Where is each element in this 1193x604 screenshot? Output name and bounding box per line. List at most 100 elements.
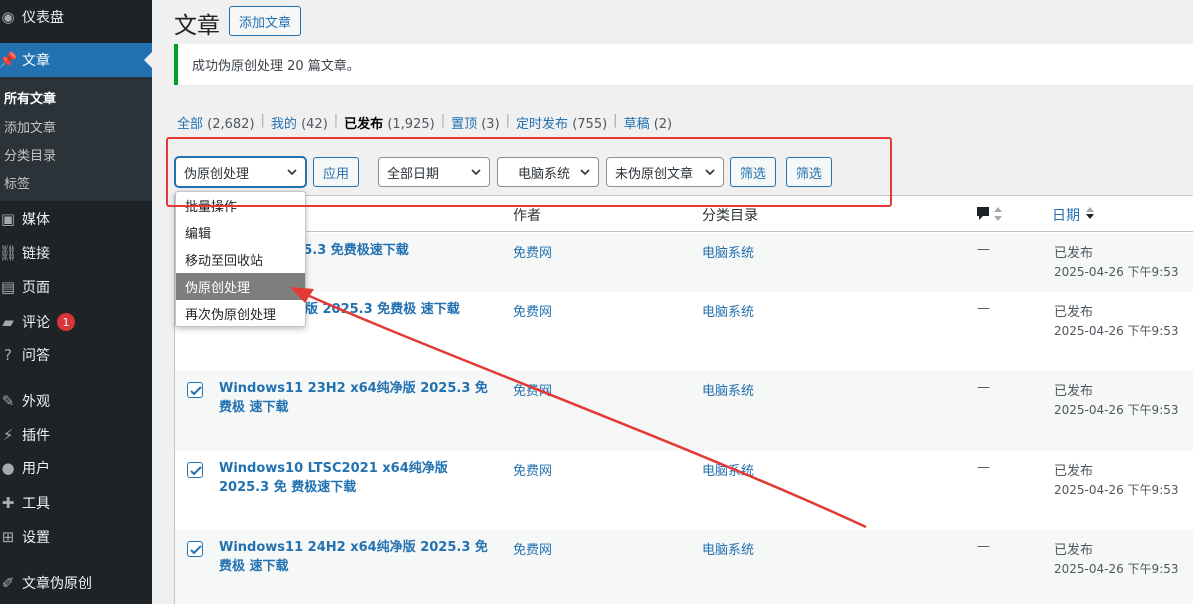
- sidebar-item-pages[interactable]: ▤ 页面: [0, 270, 152, 304]
- post-date: 2025-04-26 下午9:53: [1054, 403, 1179, 417]
- post-author[interactable]: 免费网: [513, 301, 552, 320]
- post-date: 2025-04-26 下午9:53: [1054, 324, 1179, 338]
- post-status: 已发布: [1054, 464, 1094, 479]
- sidebar-item-label: 问答: [22, 348, 50, 364]
- filter-all[interactable]: 全部 (2,682): [177, 113, 255, 132]
- sidebar-item-rewrite[interactable]: ✐ 文章伪原创: [0, 566, 152, 600]
- sidebar-item-media[interactable]: ▣ 媒体: [0, 202, 152, 236]
- post-author[interactable]: 免费网: [513, 460, 552, 479]
- sidebar-item-label: 用户: [22, 461, 50, 477]
- appearance-icon: ✎: [1, 392, 15, 410]
- filter-scheduled[interactable]: 定时发布 (755): [516, 113, 607, 132]
- sidebar-item-label: 插件: [22, 428, 50, 444]
- sidebar-item-posts[interactable]: 📌 文章: [0, 43, 152, 77]
- sidebar-item-tools[interactable]: ✚ 工具: [0, 486, 152, 520]
- post-author[interactable]: 免费网: [513, 380, 552, 399]
- tools-icon: ✚: [1, 494, 15, 512]
- posts-submenu: 所有文章 添加文章 分类目录 标签: [0, 77, 152, 201]
- checkmark-icon: [190, 466, 202, 476]
- post-status: 已发布: [1054, 246, 1094, 261]
- table-row: Windows10 LTSC2021 x64纯净版 2025.3 免 费极速下载…: [175, 451, 1193, 530]
- post-category[interactable]: 电脑系统: [702, 380, 754, 399]
- filter-drafts[interactable]: 草稿 (2): [624, 113, 673, 132]
- post-comments: —: [977, 301, 990, 316]
- checkmark-icon: [190, 545, 202, 555]
- post-category[interactable]: 电脑系统: [702, 301, 754, 320]
- row-checkbox[interactable]: [187, 462, 203, 478]
- add-post-button[interactable]: 添加文章: [229, 6, 302, 36]
- option-rewrite-again[interactable]: 再次伪原创处理: [176, 300, 305, 326]
- sidebar-item-label: 评论: [22, 315, 50, 331]
- pin-icon: 📌: [0, 51, 18, 69]
- sidebar-item-appearance[interactable]: ✎ 外观: [0, 384, 152, 418]
- sidebar-item-label: 页面: [22, 280, 50, 296]
- sidebar-item-plugins[interactable]: ⚡ 插件: [0, 418, 152, 452]
- post-title[interactable]: Windows11 24H2 x64纯净版 2025.3 免费极 速下载: [219, 538, 499, 576]
- sidebar-item-label: 文章伪原创: [22, 576, 92, 592]
- post-status: 已发布: [1054, 384, 1094, 399]
- sidebar-item-dashboard[interactable]: ◉ 仪表盘: [0, 0, 152, 34]
- admin-sidebar: ◉ 仪表盘 📌 文章 所有文章 添加文章 分类目录 标签 ▣ 媒体 ⛓ 链接 ▤…: [0, 0, 152, 604]
- filter-sticky[interactable]: 置顶 (3): [451, 113, 500, 132]
- post-date: 2025-04-26 下午9:53: [1054, 562, 1179, 576]
- post-date: 2025-04-26 下午9:53: [1054, 483, 1179, 497]
- sidebar-item-label: 链接: [22, 246, 50, 262]
- post-category[interactable]: 电脑系统: [702, 460, 754, 479]
- page-title: 文章: [174, 13, 220, 39]
- post-comments: —: [977, 380, 990, 395]
- submenu-tags[interactable]: 标签: [4, 173, 30, 192]
- sidebar-item-comments[interactable]: ▰ 评论 1: [0, 305, 152, 339]
- filter-published[interactable]: 已发布 (1,925): [344, 113, 435, 132]
- plugin-icon: ⚡: [2, 426, 14, 444]
- submenu-add-post[interactable]: 添加文章: [4, 117, 56, 136]
- option-rewrite[interactable]: 伪原创处理: [176, 273, 305, 300]
- submenu-all-posts[interactable]: 所有文章: [4, 88, 56, 107]
- post-author[interactable]: 免费网: [513, 242, 552, 261]
- post-comments: —: [977, 539, 990, 554]
- option-edit[interactable]: 编辑: [176, 219, 305, 246]
- comment-count-badge: 1: [57, 313, 75, 331]
- sidebar-item-label: 工具: [22, 496, 50, 512]
- table-row: Windows11 24H2 x64纯净版 2025.3 免费极 速下载 免费网…: [175, 530, 1193, 604]
- post-date: 2025-04-26 下午9:53: [1054, 265, 1179, 279]
- sidebar-item-qa[interactable]: ? 问答: [0, 338, 152, 372]
- media-icon: ▣: [0, 210, 16, 228]
- row-checkbox[interactable]: [187, 382, 203, 398]
- checkmark-icon: [190, 386, 202, 396]
- post-author[interactable]: 免费网: [513, 539, 552, 558]
- user-icon: ●: [1, 459, 15, 477]
- sidebar-item-label: 设置: [22, 530, 50, 546]
- sidebar-item-label: 仪表盘: [22, 10, 64, 26]
- sidebar-item-label: 外观: [22, 394, 50, 410]
- row-checkbox[interactable]: [187, 541, 203, 557]
- post-title[interactable]: Windows11 23H2 x64纯净版 2025.3 免费极 速下载: [219, 379, 499, 417]
- success-notice: 成功伪原创处理 20 篇文章。: [174, 44, 1193, 85]
- column-date[interactable]: 日期: [1052, 205, 1096, 225]
- submenu-categories[interactable]: 分类目录: [4, 145, 56, 164]
- post-category[interactable]: 电脑系统: [702, 242, 754, 261]
- post-status: 已发布: [1054, 305, 1094, 320]
- post-category[interactable]: 电脑系统: [702, 539, 754, 558]
- sidebar-item-links[interactable]: ⛓ 链接: [0, 236, 152, 270]
- sidebar-item-settings[interactable]: ⊞ 设置: [0, 520, 152, 554]
- bulk-action-dropdown: 批量操作 编辑 移动至回收站 伪原创处理 再次伪原创处理: [175, 191, 306, 327]
- column-category: 分类目录: [702, 208, 758, 224]
- filter-mine[interactable]: 我的 (42): [271, 113, 328, 132]
- table-row: 4 纯净版 2025.3 免费极速下载 免费网 电脑系统 — 已发布 2025-…: [175, 233, 1193, 292]
- sort-icon: [1086, 207, 1095, 219]
- column-author: 作者: [513, 208, 541, 224]
- comments-column-icon[interactable]: [976, 205, 1006, 227]
- sidebar-item-label: 媒体: [22, 212, 50, 228]
- rewrite-icon: ✐: [1, 574, 15, 592]
- active-indicator: [144, 52, 152, 68]
- question-icon: ?: [4, 346, 12, 364]
- sidebar-item-users[interactable]: ● 用户: [0, 451, 152, 485]
- sidebar-item-label: 文章: [22, 53, 50, 69]
- post-title[interactable]: Windows10 LTSC2021 x64纯净版 2025.3 免 费极速下载: [219, 459, 499, 497]
- settings-icon: ⊞: [1, 528, 15, 546]
- posts-table: 作者 分类目录 日期 4 纯净版 2025.3 免费极速下载 免费网 电脑系统 …: [174, 195, 1193, 604]
- link-icon: ⛓: [0, 244, 18, 262]
- dashboard-icon: ◉: [1, 8, 15, 26]
- page-icon: ▤: [0, 278, 16, 296]
- option-trash[interactable]: 移动至回收站: [176, 246, 305, 273]
